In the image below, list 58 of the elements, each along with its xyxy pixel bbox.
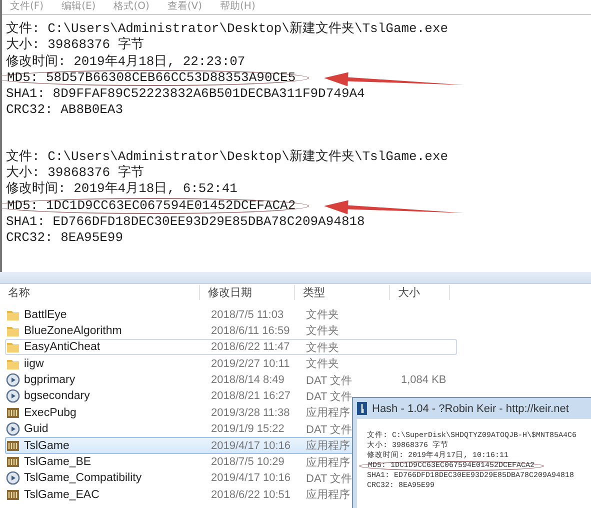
file-name: Guid bbox=[24, 423, 48, 436]
column-header[interactable]: 名称 bbox=[0, 284, 200, 300]
column-header[interactable]: 类型 bbox=[295, 284, 390, 300]
file-date: 2019/4/17 10:16 bbox=[211, 440, 291, 452]
file-date: 2018/7/5 11:03 bbox=[211, 308, 284, 320]
text-line: 大小: 39868376 字节 bbox=[6, 165, 144, 181]
file-name: ExecPubg bbox=[24, 406, 76, 419]
file-row[interactable]: BlueZoneAlgorithm 2018/6/11 16:59 文件夹 bbox=[5, 322, 457, 339]
file-date: 2019/4/17 10:16 bbox=[211, 472, 291, 484]
file-size: 1,084 KB bbox=[401, 374, 446, 386]
file-date: 2019/3/28 11:38 bbox=[211, 406, 290, 419]
file-name: TslGame_Compatibility bbox=[24, 472, 142, 484]
file-type: 文件夹 bbox=[306, 356, 339, 372]
file-name: EasyAntiCheat bbox=[24, 341, 100, 354]
text-line: 修改时间: 2019年4月18日, 22:23:07 bbox=[6, 54, 246, 70]
file-date: 2018/8/14 8:49 bbox=[211, 374, 284, 386]
text-line: 修改时间: 2019年4月18日, 6:52:41 bbox=[6, 181, 238, 198]
file-date: 2018/8/21 16:27 bbox=[211, 390, 291, 402]
file-date: 2018/7/5 10:29 bbox=[211, 456, 284, 468]
file-name: TslGame bbox=[24, 440, 70, 452]
file-row[interactable]: BattlEye 2018/7/5 11:03 文件夹 bbox=[5, 306, 457, 322]
file-type: 文件夹 bbox=[306, 308, 339, 322]
file-name: BattlEye bbox=[24, 308, 67, 320]
file-name: BlueZoneAlgorithm bbox=[24, 324, 122, 337]
text-line: SHA1: ED766DFD18DEC30EE93D29E85DBA78C209A94818 bbox=[6, 214, 365, 230]
file-type: 应用程序 bbox=[306, 456, 350, 470]
file-type: DAT 文件 bbox=[306, 374, 352, 388]
column-header[interactable]: 修改日期 bbox=[200, 284, 295, 300]
file-type: 文件夹 bbox=[306, 324, 339, 338]
file-name: iigw bbox=[24, 358, 44, 370]
file-date: 2018/6/11 16:59 bbox=[211, 324, 290, 337]
file-type: DAT 文件 bbox=[306, 422, 352, 437]
file-date: 2018/6/22 10:51 bbox=[211, 488, 291, 501]
file-row[interactable]: bgsecondary 2018/8/21 16:27 DAT 文件 bbox=[5, 388, 457, 404]
text-line: CRC32: AB8B0EA3 bbox=[6, 102, 124, 119]
file-type: 文件夹 bbox=[306, 340, 339, 355]
file-type: 应用程序 bbox=[306, 406, 350, 420]
file-date: 2018/6/22 11:47 bbox=[211, 341, 290, 354]
file-row[interactable]: iigw 2019/2/27 10:11 文件夹 bbox=[5, 355, 457, 372]
file-name: bgprimary bbox=[24, 374, 76, 386]
file-name: bgsecondary bbox=[24, 390, 90, 402]
text-line: SHA1: 8D9FFAF89C52223832A6B501DECBA311F9D749A4 bbox=[6, 86, 365, 102]
file-name: TslGame_BE bbox=[24, 456, 92, 468]
file-type: DAT 文件 bbox=[306, 472, 352, 486]
text-line: CRC32: 8EA95E99 bbox=[6, 230, 124, 247]
text-line: 文件: C:\Users\Administrator\Desktop\新建文件夹\TslGame.exe bbox=[6, 21, 448, 37]
file-type: DAT 文件 bbox=[306, 390, 352, 404]
column-header[interactable]: 大小 bbox=[390, 284, 450, 300]
file-name: TslGame_EAC bbox=[24, 488, 100, 501]
file-date: 2019/1/9 15:22 bbox=[211, 423, 284, 436]
text-line: 文件: C:\Users\Administrator\Desktop\新建文件夹\TslGame.exe bbox=[6, 148, 448, 165]
file-row[interactable]: EasyAntiCheat 2018/6/22 11:47 文件夹 bbox=[5, 338, 457, 356]
window-title: Hash - 1.04 - ?Robin Keir - http://keir.net bbox=[372, 402, 569, 414]
text-line: 大小: 39868376 字节 bbox=[6, 37, 144, 54]
file-type: 应用程序 bbox=[306, 488, 350, 502]
file-type: 应用程序 bbox=[306, 438, 350, 454]
file-row[interactable]: bgprimary 2018/8/14 8:49 DAT 文件 1,084 KB bbox=[5, 372, 457, 388]
file-date: 2019/2/27 10:11 bbox=[211, 358, 290, 370]
